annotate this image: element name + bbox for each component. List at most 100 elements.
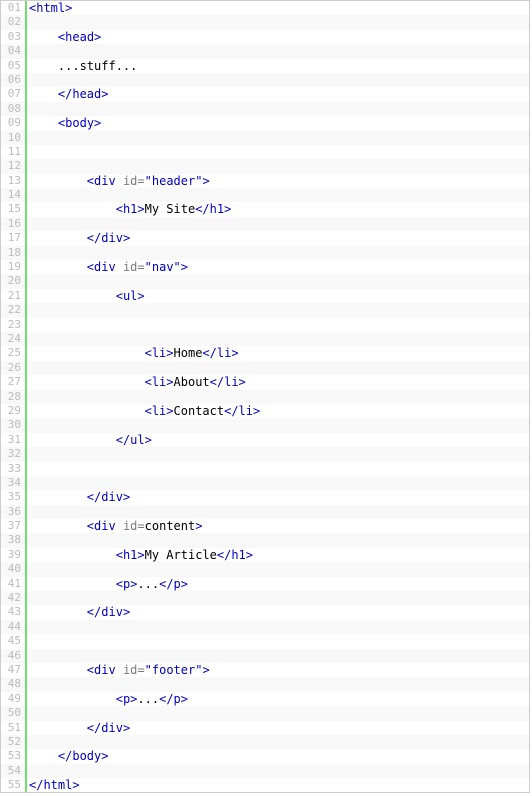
code-line [27, 591, 529, 605]
line-number: 28 [1, 390, 25, 404]
code-line [27, 361, 529, 375]
code-line: </body> [27, 749, 529, 763]
line-number: 08 [1, 102, 25, 116]
code-line: </ul> [27, 433, 529, 447]
line-number: 35 [1, 490, 25, 504]
code-row: 16 [1, 217, 529, 231]
line-number: 31 [1, 433, 25, 447]
code-row: 45 [1, 634, 529, 648]
code-line: </div> [27, 721, 529, 735]
code-line [27, 274, 529, 288]
code-line [27, 131, 529, 145]
code-line: <li>Contact</li> [27, 404, 529, 418]
code-row: 20 [1, 274, 529, 288]
code-line [27, 332, 529, 346]
code-row: 55</html> [1, 778, 529, 792]
line-number: 29 [1, 404, 25, 418]
line-number: 46 [1, 649, 25, 663]
line-number: 54 [1, 764, 25, 778]
line-number: 55 [1, 778, 25, 792]
line-number: 30 [1, 418, 25, 432]
line-number: 38 [1, 533, 25, 547]
line-number: 01 [1, 1, 25, 15]
code-row: 21 <ul> [1, 289, 529, 303]
line-number: 24 [1, 332, 25, 346]
code-row: 37 <div id=content> [1, 519, 529, 533]
code-row: 29 <li>Contact</li> [1, 404, 529, 418]
line-number: 04 [1, 44, 25, 58]
line-number: 34 [1, 476, 25, 490]
code-line [27, 73, 529, 87]
code-line [27, 102, 529, 116]
line-number: 26 [1, 361, 25, 375]
code-line [27, 706, 529, 720]
code-line: <li>About</li> [27, 375, 529, 389]
line-number: 47 [1, 663, 25, 677]
code-row: 43 </div> [1, 605, 529, 619]
code-row: 22 [1, 303, 529, 317]
code-row: 40 [1, 562, 529, 576]
code-line [27, 44, 529, 58]
code-line [27, 677, 529, 691]
code-row: 24 [1, 332, 529, 346]
code-row: 47 <div id="footer"> [1, 663, 529, 677]
line-number: 20 [1, 274, 25, 288]
code-row: 35 </div> [1, 490, 529, 504]
code-line: <div id=content> [27, 519, 529, 533]
line-number: 17 [1, 231, 25, 245]
code-row: 08 [1, 102, 529, 116]
code-row: 04 [1, 44, 529, 58]
code-line: <ul> [27, 289, 529, 303]
code-line: <div id="nav"> [27, 260, 529, 274]
line-number: 53 [1, 749, 25, 763]
code-row: 32 [1, 447, 529, 461]
code-row: 10 [1, 131, 529, 145]
line-number: 27 [1, 375, 25, 389]
code-line: <body> [27, 116, 529, 130]
code-line: <p>...</p> [27, 577, 529, 591]
code-line [27, 390, 529, 404]
code-row: 38 [1, 533, 529, 547]
code-line [27, 217, 529, 231]
code-row: 53 </body> [1, 749, 529, 763]
line-number: 03 [1, 30, 25, 44]
code-row: 34 [1, 476, 529, 490]
code-line [27, 533, 529, 547]
code-row: 51 </div> [1, 721, 529, 735]
code-row: 01<html> [1, 1, 529, 15]
line-number: 51 [1, 721, 25, 735]
code-line: <html> [27, 1, 529, 15]
line-number: 05 [1, 59, 25, 73]
code-line: <p>...</p> [27, 692, 529, 706]
code-line [27, 188, 529, 202]
code-row: 46 [1, 649, 529, 663]
line-number: 23 [1, 318, 25, 332]
code-row: 14 [1, 188, 529, 202]
line-number: 22 [1, 303, 25, 317]
code-row: 12 [1, 159, 529, 173]
code-row: 48 [1, 677, 529, 691]
line-number: 25 [1, 346, 25, 360]
line-number: 06 [1, 73, 25, 87]
code-line [27, 145, 529, 159]
code-row: 44 [1, 620, 529, 634]
line-number: 49 [1, 692, 25, 706]
line-number: 14 [1, 188, 25, 202]
line-number: 11 [1, 145, 25, 159]
code-row: 33 [1, 462, 529, 476]
code-line [27, 649, 529, 663]
code-row: 07 </head> [1, 87, 529, 101]
code-line [27, 159, 529, 173]
code-row: 49 <p>...</p> [1, 692, 529, 706]
code-line: <h1>My Article</h1> [27, 548, 529, 562]
line-number: 16 [1, 217, 25, 231]
line-number: 37 [1, 519, 25, 533]
line-number: 15 [1, 202, 25, 216]
code-row: 50 [1, 706, 529, 720]
code-line [27, 562, 529, 576]
code-line: <div id="header"> [27, 174, 529, 188]
code-row: 02 [1, 15, 529, 29]
line-number: 18 [1, 246, 25, 260]
code-row: 23 [1, 318, 529, 332]
line-number: 32 [1, 447, 25, 461]
